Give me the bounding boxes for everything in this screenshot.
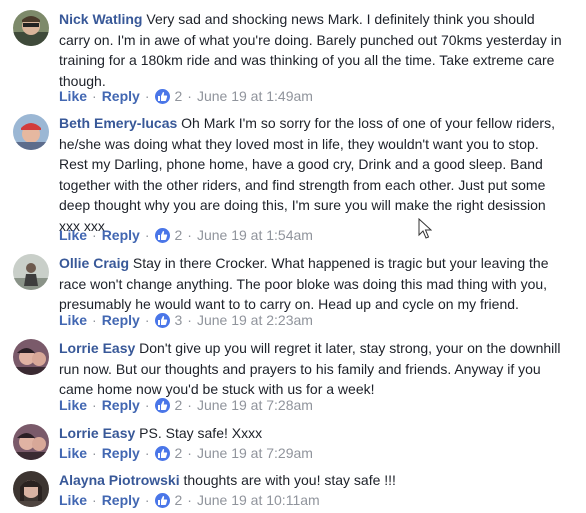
comment-body: Lorrie Easy Don't give up you will regre… bbox=[59, 338, 564, 400]
like-count[interactable]: 2 bbox=[174, 88, 182, 104]
separator: · bbox=[92, 492, 97, 508]
comment-text: Oh Mark I'm so sorry for the loss of one… bbox=[59, 115, 555, 234]
comment-actions: Like · Reply · 2 · June 19 at 7:29am bbox=[59, 444, 313, 462]
comment-actions: Like · Reply · 2 · June 19 at 1:54am bbox=[59, 226, 313, 244]
comment-author[interactable]: Beth Emery-lucas bbox=[59, 115, 177, 131]
separator: · bbox=[144, 397, 150, 413]
comment-author[interactable]: Ollie Craig bbox=[59, 255, 129, 271]
comment-text: Don't give up you will regret it later, … bbox=[59, 340, 561, 397]
separator: · bbox=[92, 227, 97, 243]
like-count[interactable]: 2 bbox=[174, 397, 182, 413]
comment-text: thoughts are with you! stay safe !!! bbox=[183, 472, 396, 488]
comment-author[interactable]: Lorrie Easy bbox=[59, 340, 135, 356]
like-link[interactable]: Like bbox=[59, 397, 87, 413]
comment-timestamp[interactable]: June 19 at 1:54am bbox=[197, 227, 313, 243]
like-link[interactable]: Like bbox=[59, 227, 87, 243]
avatar[interactable] bbox=[13, 254, 49, 290]
avatar[interactable] bbox=[13, 424, 49, 460]
separator: · bbox=[144, 312, 150, 328]
separator: · bbox=[144, 227, 150, 243]
comment-author[interactable]: Lorrie Easy bbox=[59, 425, 135, 441]
comment-timestamp[interactable]: June 19 at 10:11am bbox=[197, 492, 320, 508]
comment-actions: Like · Reply · 2 · June 19 at 7:28am bbox=[59, 396, 313, 414]
reply-link[interactable]: Reply bbox=[102, 227, 140, 243]
like-link[interactable]: Like bbox=[59, 445, 87, 461]
thumbs-up-icon[interactable] bbox=[155, 397, 171, 413]
comment-author[interactable]: Nick Watling bbox=[59, 11, 143, 27]
thumbs-up-icon[interactable] bbox=[155, 492, 171, 508]
separator: · bbox=[92, 312, 97, 328]
separator: · bbox=[92, 397, 97, 413]
reply-link[interactable]: Reply bbox=[102, 312, 140, 328]
comment-actions: Like · Reply · 3 · June 19 at 2:23am bbox=[59, 311, 313, 329]
thumbs-up-icon[interactable] bbox=[155, 88, 171, 104]
comment-body: Lorrie Easy PS. Stay safe! Xxxx bbox=[59, 423, 564, 444]
separator: · bbox=[187, 88, 192, 104]
comment-body: Beth Emery-lucas Oh Mark I'm so sorry fo… bbox=[59, 113, 564, 236]
comment-text: Stay in there Crocker. What happened is … bbox=[59, 255, 549, 312]
like-count[interactable]: 2 bbox=[174, 445, 182, 461]
separator: · bbox=[187, 397, 192, 413]
reply-link[interactable]: Reply bbox=[102, 88, 140, 104]
separator: · bbox=[92, 88, 97, 104]
avatar[interactable] bbox=[13, 10, 49, 46]
comment-author[interactable]: Alayna Piotrowski bbox=[59, 472, 180, 488]
comment-text: PS. Stay safe! Xxxx bbox=[139, 425, 263, 441]
reply-link[interactable]: Reply bbox=[102, 445, 140, 461]
separator: · bbox=[187, 312, 192, 328]
like-count[interactable]: 3 bbox=[174, 312, 182, 328]
comment-body: Alayna Piotrowski thoughts are with you!… bbox=[59, 470, 564, 491]
avatar[interactable] bbox=[13, 471, 49, 507]
thumbs-up-icon[interactable] bbox=[155, 312, 171, 328]
like-count[interactable]: 2 bbox=[174, 492, 182, 508]
comment-timestamp[interactable]: June 19 at 1:49am bbox=[197, 88, 313, 104]
comment-actions: Like · Reply · 2 · June 19 at 10:11am bbox=[59, 491, 320, 509]
reply-link[interactable]: Reply bbox=[102, 397, 140, 413]
separator: · bbox=[144, 445, 150, 461]
like-link[interactable]: Like bbox=[59, 492, 87, 508]
comment-actions: Like · Reply · 2 · June 19 at 1:49am bbox=[59, 87, 313, 105]
like-count[interactable]: 2 bbox=[174, 227, 182, 243]
comment-body: Nick Watling Very sad and shocking news … bbox=[59, 9, 564, 91]
like-link[interactable]: Like bbox=[59, 312, 87, 328]
separator: · bbox=[144, 492, 150, 508]
separator: · bbox=[92, 445, 97, 461]
thumbs-up-icon[interactable] bbox=[155, 445, 171, 461]
avatar[interactable] bbox=[13, 114, 49, 150]
separator: · bbox=[187, 492, 192, 508]
comment-body: Ollie Craig Stay in there Crocker. What … bbox=[59, 253, 564, 315]
comment-timestamp[interactable]: June 19 at 7:29am bbox=[197, 445, 313, 461]
mouse-cursor-icon bbox=[418, 217, 433, 245]
avatar[interactable] bbox=[13, 339, 49, 375]
reply-link[interactable]: Reply bbox=[102, 492, 140, 508]
separator: · bbox=[144, 88, 150, 104]
separator: · bbox=[187, 445, 192, 461]
comment-timestamp[interactable]: June 19 at 2:23am bbox=[197, 312, 313, 328]
thumbs-up-icon[interactable] bbox=[155, 227, 171, 243]
like-link[interactable]: Like bbox=[59, 88, 87, 104]
comment-timestamp[interactable]: June 19 at 7:28am bbox=[197, 397, 313, 413]
separator: · bbox=[187, 227, 192, 243]
